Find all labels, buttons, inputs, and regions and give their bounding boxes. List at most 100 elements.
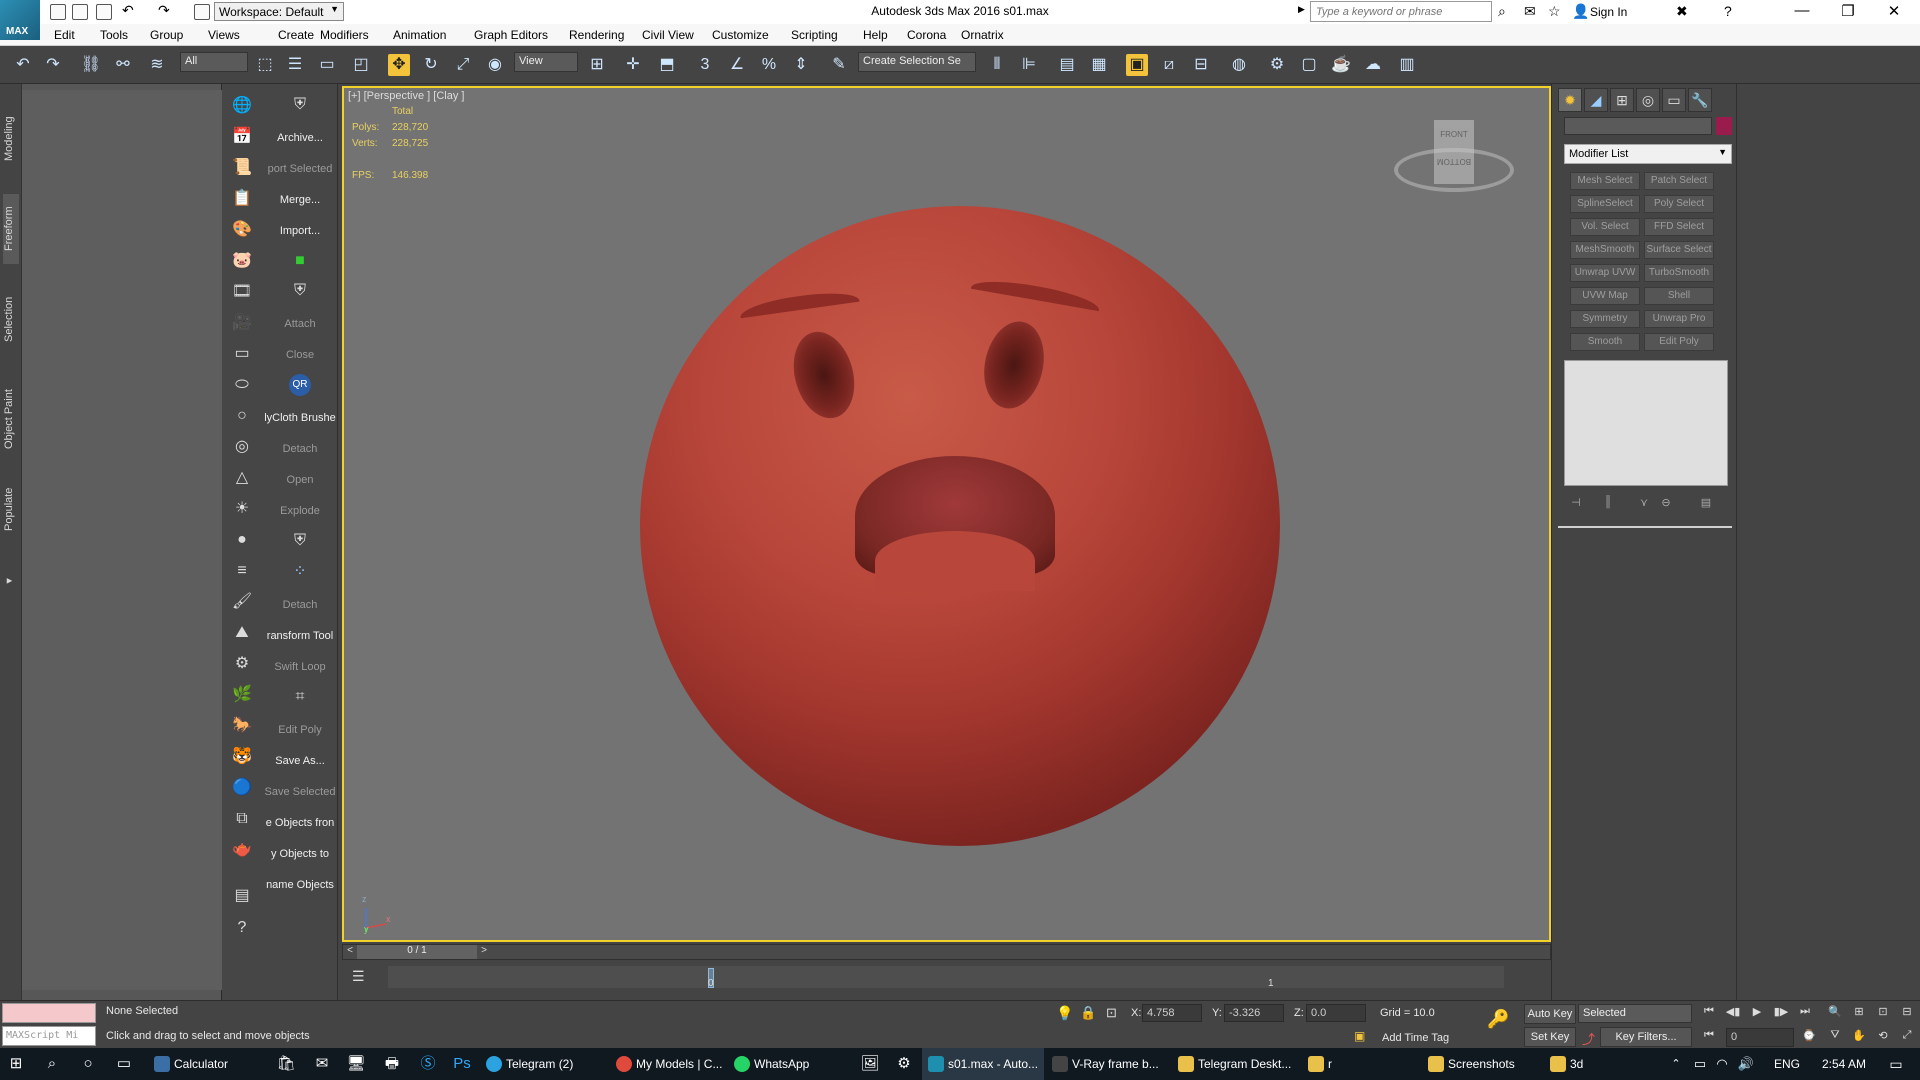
tray-volume-icon[interactable]: 🔊 — [1736, 1054, 1756, 1074]
menu-civil-view[interactable]: Civil View — [642, 28, 694, 42]
detach-button-2[interactable]: Detach — [262, 599, 338, 611]
import-button[interactable]: Import... — [262, 225, 338, 237]
symmetry-button[interactable]: Symmetry — [1570, 310, 1640, 328]
maximize-viewport-icon[interactable]: ⤢ — [1898, 1029, 1916, 1045]
add-time-tag-button[interactable]: Add Time Tag — [1382, 1032, 1449, 1044]
display-tab-icon[interactable]: ▭ — [1662, 88, 1686, 112]
key-mode-toggle-icon[interactable]: ⏮ — [1700, 1029, 1718, 1045]
curve-editor-mini-icon[interactable]: ☰ — [352, 968, 365, 985]
menu-rendering[interactable]: Rendering — [569, 28, 624, 42]
open-file-icon[interactable] — [72, 4, 88, 20]
workspace-dropdown[interactable]: Workspace: Default ▼ — [214, 2, 344, 21]
redo-icon[interactable]: ↷ — [42, 54, 64, 76]
smooth-button[interactable]: Smooth — [1570, 333, 1640, 351]
explode-button[interactable]: Explode — [262, 505, 338, 517]
auto-key-button[interactable]: Auto Key — [1524, 1004, 1576, 1024]
shell-button[interactable]: Shell — [1644, 287, 1714, 305]
copy-objects-icon[interactable]: ⧉ — [230, 807, 254, 831]
bind-spacewarp-icon[interactable]: ≋ — [146, 54, 168, 76]
menu-modifiers[interactable]: Modifiers — [320, 28, 369, 42]
create-tab-icon[interactable]: ✹ — [1558, 88, 1582, 112]
app-gear-icon[interactable]: ⚙ — [894, 1054, 914, 1074]
menu-scripting[interactable]: Scripting — [791, 28, 838, 42]
angry-emoji-model[interactable] — [640, 206, 1280, 846]
ffd-select-button[interactable]: FFD Select — [1644, 218, 1714, 236]
absolute-transform-icon[interactable]: ⊡ — [1106, 1005, 1117, 1021]
search-input[interactable] — [1310, 1, 1492, 22]
selection-lock-icon[interactable]: 🔒 — [1080, 1005, 1096, 1021]
selection-filter-dropdown[interactable]: All — [180, 52, 248, 72]
uvw-map-button[interactable]: UVW Map — [1570, 287, 1640, 305]
layers-icon[interactable]: ≡ — [230, 559, 254, 583]
link-icon[interactable]: ⛓ — [80, 54, 102, 76]
tray-clock[interactable]: 2:54 AM — [1822, 1057, 1866, 1071]
modify-tab-icon[interactable]: ◢ — [1584, 88, 1608, 112]
edit-poly-button[interactable]: Edit Poly — [262, 724, 338, 736]
copy-objects-to-button[interactable]: y Objects to — [262, 848, 338, 860]
curve-editor-icon[interactable]: ⧄ — [1158, 54, 1180, 76]
cortana-icon[interactable]: ○ — [78, 1054, 98, 1074]
swift-loop-button[interactable]: Swift Loop — [262, 661, 338, 673]
cone-icon[interactable]: △ — [230, 466, 254, 490]
action-center-icon[interactable]: ▭ — [1886, 1054, 1906, 1074]
place-icon[interactable]: ◉ — [484, 54, 506, 76]
previous-frame-icon[interactable]: ◀▮ — [1724, 1005, 1742, 1021]
mirror-icon[interactable]: ⫴ — [986, 54, 1008, 76]
pig-icon[interactable]: 🐷 — [230, 249, 254, 273]
set-keys-key-icon[interactable]: 🔑 — [1487, 1009, 1509, 1030]
taskbar-telegram[interactable]: Telegram (2) — [480, 1048, 610, 1080]
rendered-frame-window-icon[interactable]: ▢ — [1298, 54, 1320, 76]
sun-light-icon[interactable]: ☀ — [230, 497, 254, 521]
help-icon[interactable]: ? — [1724, 3, 1732, 19]
gear-globe-icon[interactable]: ⚙ — [230, 652, 254, 676]
open-button[interactable]: Open — [262, 474, 338, 486]
photoshop-icon[interactable]: Ps — [452, 1054, 472, 1074]
save-file-icon[interactable] — [96, 4, 112, 20]
menu-tools[interactable]: Tools — [100, 28, 128, 42]
make-unique-icon[interactable]: ⋎ — [1636, 496, 1652, 512]
material-editor-icon[interactable]: ◍ — [1228, 54, 1250, 76]
edit-poly-modifier-button[interactable]: Edit Poly — [1644, 333, 1714, 351]
track-bar-area[interactable]: 0 1 — [388, 966, 1504, 989]
patch-select-button[interactable]: Patch Select — [1644, 172, 1714, 190]
menu-ornatrix[interactable]: Ornatrix — [961, 28, 1004, 42]
named-selection-set-dropdown[interactable]: Create Selection Se — [858, 52, 976, 72]
search-expand-icon[interactable]: ▶ — [1298, 4, 1305, 15]
tab-selection[interactable]: Selection — [3, 284, 19, 354]
scene-explorer-icon[interactable]: ▤ — [1056, 54, 1078, 76]
object-name-field[interactable] — [1564, 117, 1712, 135]
render-teapot-icon[interactable]: 🫖 — [230, 838, 254, 862]
project-folder-icon[interactable] — [194, 4, 210, 20]
motion-tab-icon[interactable]: ◎ — [1636, 88, 1660, 112]
surface-select-button[interactable]: Surface Select — [1644, 241, 1714, 259]
turbosmooth-button[interactable]: TurboSmooth — [1644, 264, 1714, 282]
meshsmooth-button[interactable]: MeshSmooth — [1570, 241, 1640, 259]
rect-selection-icon[interactable]: ▭ — [316, 54, 338, 76]
percent-snap-icon[interactable]: % — [758, 54, 780, 76]
rename-objects-button[interactable]: name Objects — [262, 879, 338, 891]
play-icon[interactable]: ▶ — [1748, 1005, 1766, 1021]
current-frame-field[interactable]: 0 — [1726, 1028, 1794, 1047]
tray-language[interactable]: ENG — [1774, 1057, 1800, 1071]
tray-network-icon[interactable]: ▭ — [1690, 1054, 1710, 1074]
task-view-icon[interactable]: ▭ — [114, 1054, 134, 1074]
save-as-button[interactable]: Save As... — [262, 755, 338, 767]
taskbar-r-folder[interactable]: r — [1302, 1048, 1422, 1080]
key-mode-dropdown[interactable]: Selected — [1578, 1004, 1692, 1023]
align-icon[interactable]: ⊫ — [1018, 54, 1040, 76]
mail-icon[interactable]: ✉ — [312, 1054, 332, 1074]
torus-icon[interactable]: ◎ — [230, 435, 254, 459]
go-to-start-icon[interactable]: ⏮ — [1700, 1005, 1718, 1021]
maxscript-mini-listener[interactable]: MAXScript Mi — [2, 1026, 96, 1046]
taskbar-screenshots[interactable]: Screenshots — [1422, 1048, 1542, 1080]
mesh-select-button[interactable]: Mesh Select — [1570, 172, 1640, 190]
tray-show-hidden-icon[interactable]: ⌃ — [1666, 1054, 1686, 1074]
remove-modifier-icon[interactable]: ⊖ — [1658, 496, 1674, 512]
pin-stack-icon[interactable]: ⊣ — [1568, 496, 1584, 512]
taskbar-whatsapp[interactable]: WhatsApp — [728, 1048, 848, 1080]
select-rotate-icon[interactable]: ↻ — [420, 54, 442, 76]
search-icon[interactable]: ⌕ — [42, 1054, 62, 1074]
unlink-icon[interactable]: ⚯ — [112, 54, 134, 76]
field-of-view-icon[interactable]: ⛛ — [1826, 1029, 1844, 1045]
exchange-icon[interactable]: ✖ — [1676, 3, 1688, 20]
